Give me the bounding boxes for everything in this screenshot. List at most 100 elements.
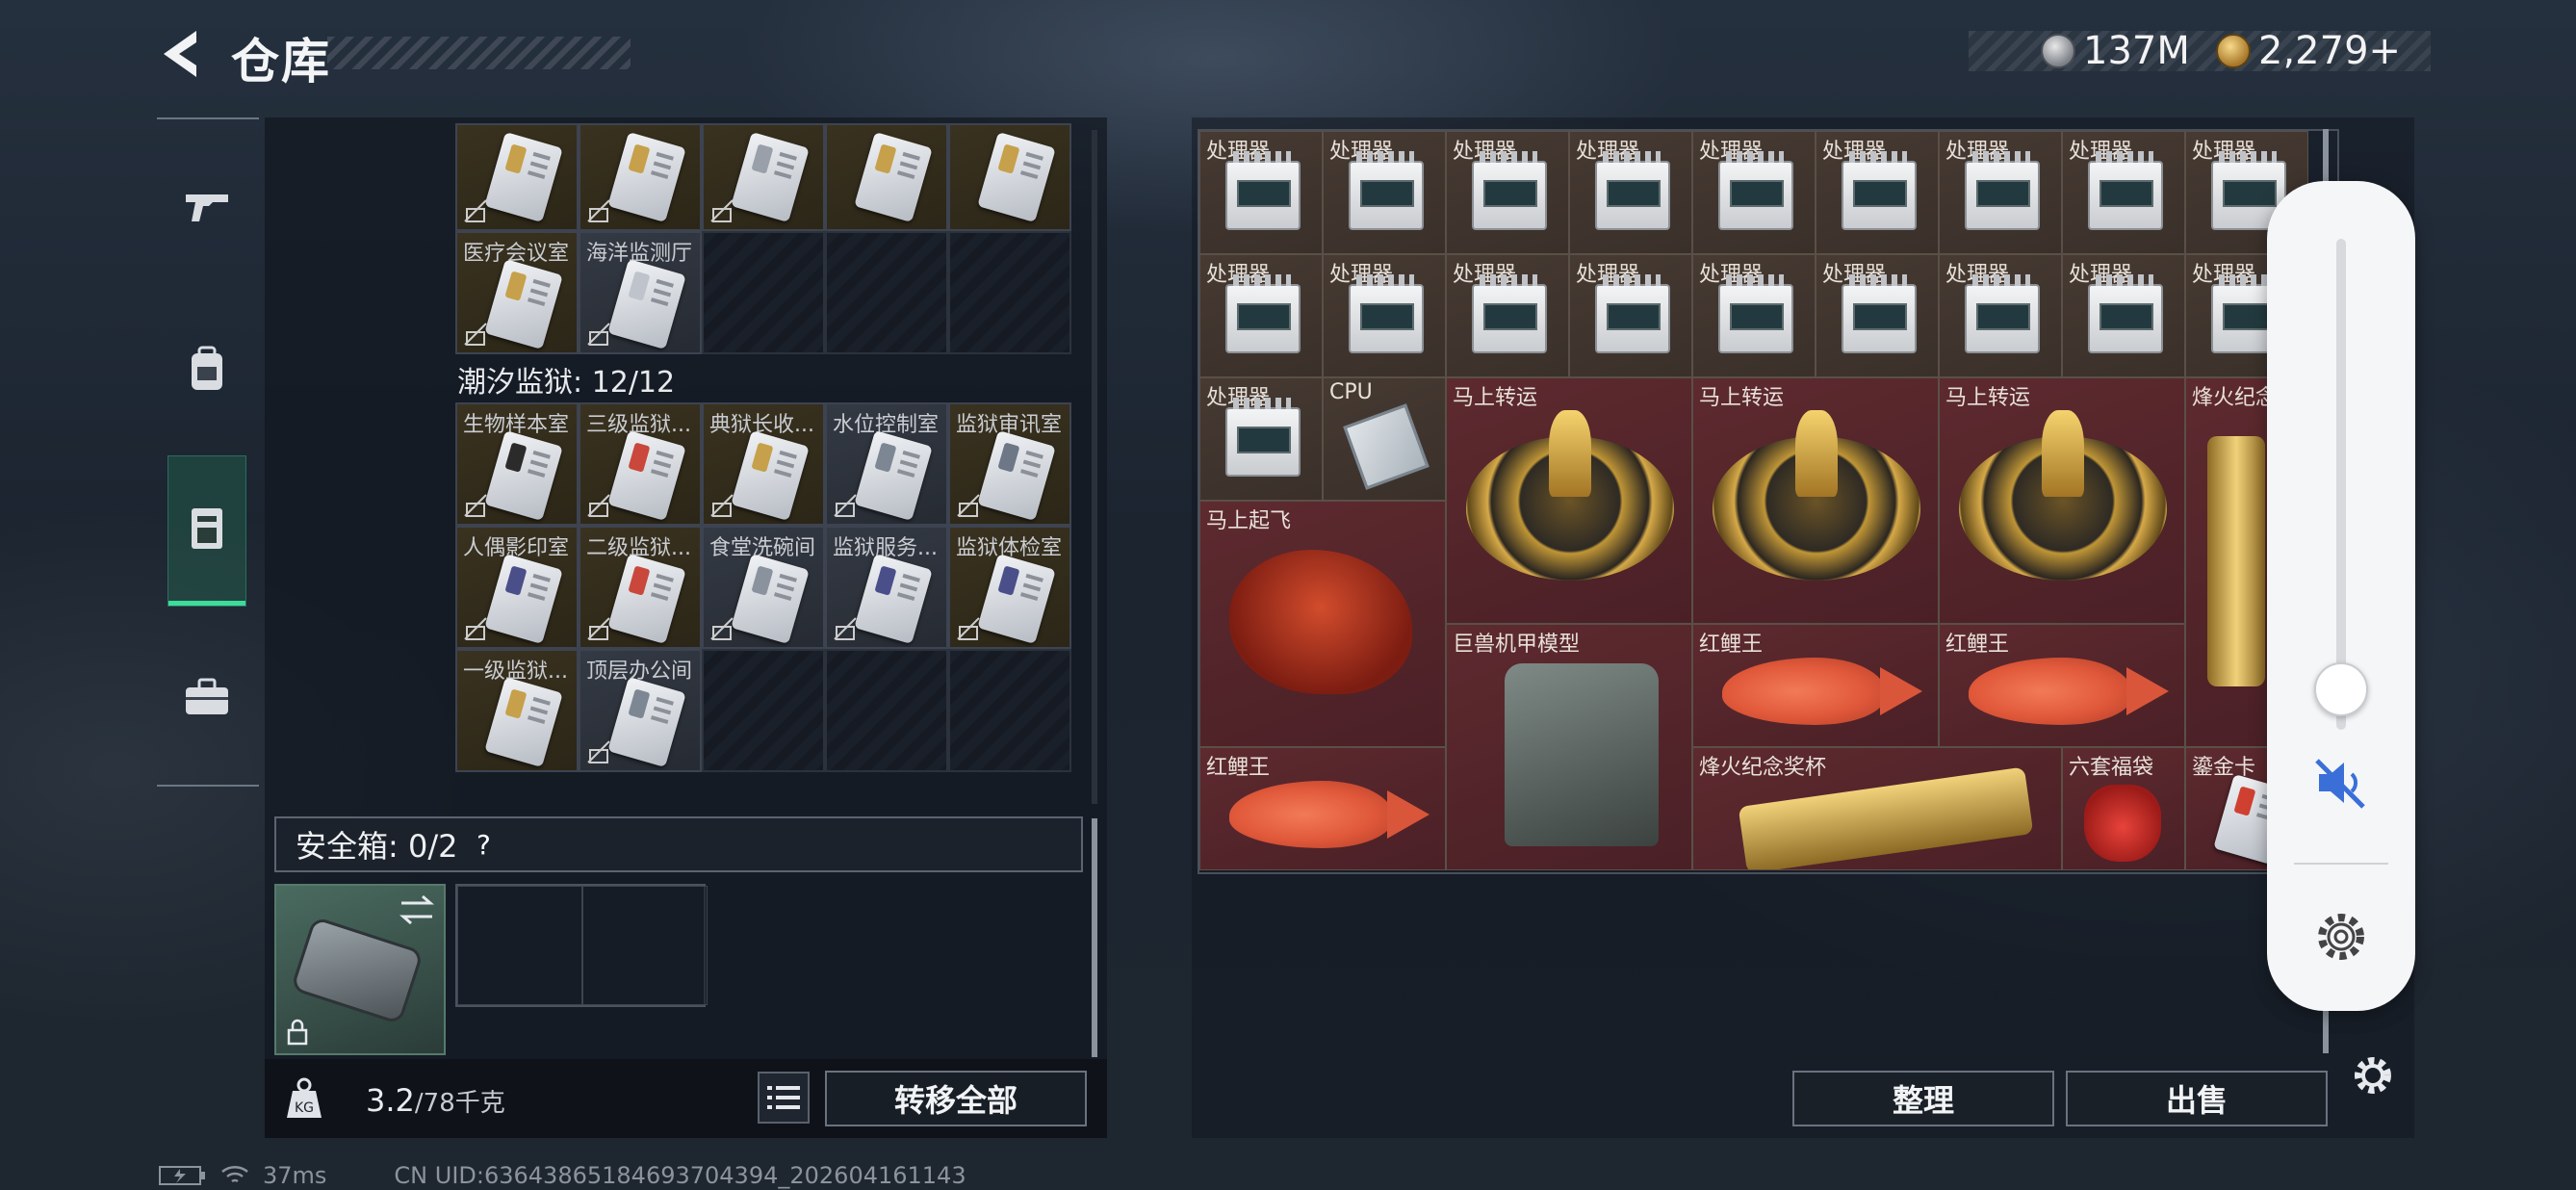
keycard-icon	[607, 677, 686, 767]
keycard-icon	[484, 554, 563, 644]
safebox-slot[interactable]	[582, 886, 708, 1005]
item-processor[interactable]: 处理器	[1446, 254, 1569, 377]
wifi-icon	[221, 1165, 248, 1183]
keycard-slot[interactable]	[702, 123, 825, 231]
item-beacon-trophy[interactable]: 烽火纪念奖杯	[1692, 747, 2062, 870]
item-cpu[interactable]: CPU	[1323, 377, 1446, 501]
processor-icon	[1349, 151, 1424, 230]
item-processor[interactable]: 处理器	[2062, 254, 2185, 377]
processor-icon	[1225, 151, 1301, 230]
safebox-item[interactable]	[274, 884, 446, 1055]
nav-briefcase[interactable]	[168, 649, 245, 745]
item-processor[interactable]: 处理器	[1816, 131, 1939, 254]
keycard-slot[interactable]	[825, 123, 948, 231]
processor-icon	[1842, 274, 1917, 353]
item-red-carp[interactable]: 红鲤王	[1939, 624, 2185, 747]
keycard-icon	[607, 132, 686, 222]
silver-amount: 137M	[2083, 29, 2190, 73]
unlock-icon	[710, 199, 734, 222]
item-processor[interactable]: 处理器	[1323, 131, 1446, 254]
gold-currency[interactable]: 2,279+	[2216, 29, 2401, 73]
item-flying-horse[interactable]: 马上起飞	[1199, 501, 1446, 747]
safebox-slots	[455, 884, 708, 1007]
empty-slot	[825, 231, 948, 354]
item-red-carp[interactable]: 红鲤王	[1692, 624, 1939, 747]
sell-button[interactable]: 出售	[2066, 1071, 2328, 1126]
red-horse-icon	[1229, 550, 1412, 694]
safebox-slot[interactable]	[457, 886, 582, 1005]
nav-locker[interactable]	[167, 455, 246, 607]
keycard-slot[interactable]: 医疗会议室	[455, 231, 579, 354]
silver-currency[interactable]: 137M	[2041, 29, 2190, 73]
item-mech-model[interactable]: 巨兽机甲模型	[1446, 624, 1692, 870]
keycard-slot[interactable]: 生物样本室	[455, 402, 579, 526]
item-lucky-horse-coin[interactable]: 马上转运	[1446, 377, 1692, 624]
item-processor[interactable]: 处理器	[1692, 131, 1816, 254]
mute-icon[interactable]	[2309, 751, 2373, 815]
nav-equipment[interactable]	[168, 322, 245, 418]
item-red-carp[interactable]: 红鲤王	[1199, 747, 1446, 870]
keycard-slot[interactable]: 二级监狱...	[579, 526, 702, 649]
keycard-slot[interactable]: 海洋监测厅	[579, 231, 702, 354]
item-processor[interactable]: 处理器	[1569, 131, 1692, 254]
item-processor[interactable]: 处理器	[1939, 254, 2062, 377]
item-processor[interactable]: 处理器	[1939, 131, 2062, 254]
keycard-slot[interactable]: 一级监狱...	[455, 649, 579, 772]
weight-readout: 3.2/78千克	[366, 1082, 505, 1119]
safebox-label: 安全箱: 0/2	[296, 828, 458, 865]
keycard-icon	[977, 554, 1056, 644]
keycard-slot[interactable]	[455, 123, 579, 231]
keycard-slot[interactable]: 监狱服务...	[825, 526, 948, 649]
safebox-case-icon	[290, 916, 425, 1025]
keycard-grid-row2: 医疗会议室 海洋监测厅	[455, 231, 1071, 354]
keycard-slot[interactable]: 监狱体检室	[948, 526, 1071, 649]
item-processor[interactable]: 处理器	[1323, 254, 1446, 377]
sort-button[interactable]: 整理	[1792, 1071, 2054, 1126]
processor-icon	[1842, 151, 1917, 230]
keycard-slot[interactable]: 典狱长收...	[702, 402, 825, 526]
keycard-slot[interactable]	[579, 123, 702, 231]
item-lucky-horse-coin[interactable]: 马上转运	[1692, 377, 1939, 624]
locker-icon	[192, 508, 222, 549]
item-processor[interactable]: 处理器	[1199, 131, 1323, 254]
processor-icon	[1349, 274, 1424, 353]
left-scrollbar[interactable]	[1092, 818, 1097, 1057]
lucky-bag-icon	[2084, 785, 2161, 862]
keycard-slot[interactable]	[948, 123, 1071, 231]
prison-keycard-grid: 生物样本室 三级监狱... 典狱长收... 水位控制室 监狱审讯室 人偶影印室 …	[455, 402, 1071, 772]
keycard-icon	[731, 430, 810, 521]
item-processor[interactable]: 处理器	[2062, 131, 2185, 254]
transfer-all-button[interactable]: 转移全部	[825, 1071, 1087, 1126]
item-processor[interactable]: 处理器	[1199, 377, 1323, 501]
keycard-slot[interactable]: 顶层办公间	[579, 649, 702, 772]
keycard-slot[interactable]: 食堂洗碗间	[702, 526, 825, 649]
keycard-slot[interactable]: 监狱审讯室	[948, 402, 1071, 526]
volume-slider-thumb[interactable]	[2314, 662, 2368, 716]
silver-coin-icon	[2041, 34, 2075, 68]
gold-amount: 2,279+	[2258, 29, 2402, 73]
keycard-slot[interactable]: 水位控制室	[825, 402, 948, 526]
back-arrow-icon[interactable]	[154, 25, 212, 83]
safebox-header: 安全箱: 0/2 ?	[274, 816, 1083, 872]
nav-weapons[interactable]	[168, 158, 245, 254]
unlock-icon	[587, 740, 610, 763]
volume-slider-track[interactable]	[2336, 239, 2346, 730]
item-lucky-bag[interactable]: 六套福袋	[2062, 747, 2185, 870]
settings-gear-icon[interactable]	[2349, 1051, 2397, 1099]
cpu-chip-icon	[1343, 403, 1430, 490]
processor-icon	[1595, 151, 1670, 230]
item-processor[interactable]: 处理器	[1199, 254, 1323, 377]
keycard-slot[interactable]: 三级监狱...	[579, 402, 702, 526]
item-processor[interactable]: 处理器	[1446, 131, 1569, 254]
sound-settings-icon[interactable]	[2309, 905, 2373, 969]
stash-grid: 处理器 处理器 处理器 处理器 处理器 处理器 处理器 处理器 处理器 处理器 …	[1198, 129, 2339, 874]
item-processor[interactable]: 处理器	[1569, 254, 1692, 377]
processor-icon	[1595, 274, 1670, 353]
item-processor[interactable]: 处理器	[1816, 254, 1939, 377]
help-icon[interactable]: ?	[467, 828, 500, 861]
item-lucky-horse-coin[interactable]: 马上转运	[1939, 377, 2185, 624]
list-view-button[interactable]	[758, 1072, 810, 1124]
item-processor[interactable]: 处理器	[1692, 254, 1816, 377]
keycard-slot[interactable]: 人偶影印室	[455, 526, 579, 649]
keycard-icon	[607, 259, 686, 349]
